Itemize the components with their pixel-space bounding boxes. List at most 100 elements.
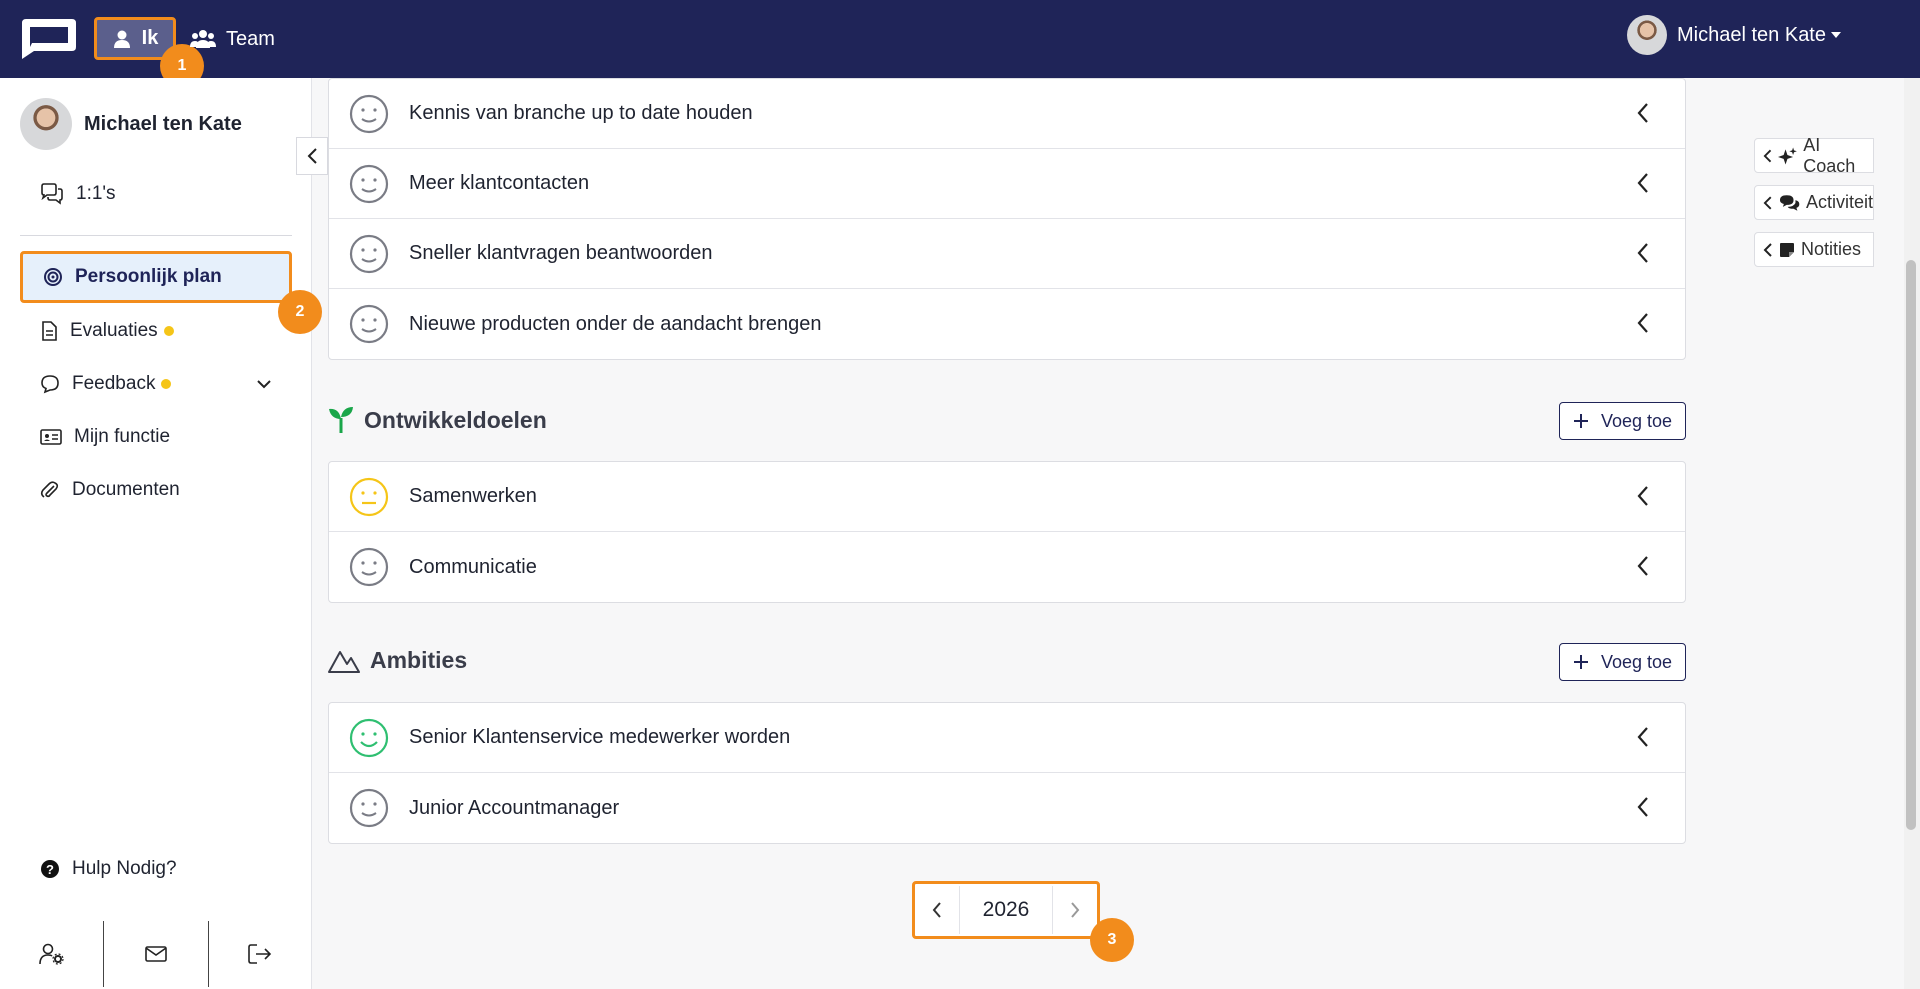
meh-face-icon bbox=[349, 477, 389, 516]
sidebar-item-feedback[interactable]: Feedback bbox=[20, 360, 292, 408]
logout-button[interactable] bbox=[209, 921, 312, 987]
next-year-button[interactable] bbox=[1053, 885, 1097, 935]
avatar bbox=[20, 98, 72, 150]
ambitions-section-title: Ambities bbox=[328, 647, 467, 674]
list-item[interactable]: Samenwerken bbox=[329, 462, 1685, 532]
goal-label: Meer klantcontacten bbox=[409, 172, 590, 194]
id-card-icon bbox=[40, 429, 62, 445]
happy-face-icon bbox=[349, 718, 389, 757]
goal-label: Nieuwe producten onder de aandacht breng… bbox=[409, 312, 822, 335]
sidebar-item-label: Documenten bbox=[72, 479, 180, 500]
chevron-left-icon[interactable] bbox=[1637, 796, 1649, 818]
chevron-left-icon[interactable] bbox=[1637, 172, 1649, 194]
section-title-label: Ontwikkeldoelen bbox=[364, 406, 547, 433]
list-item[interactable]: Nieuwe producten onder de aandacht breng… bbox=[329, 289, 1685, 359]
chevron-down-icon[interactable] bbox=[256, 379, 272, 389]
activiteit-tab[interactable]: Activiteit bbox=[1754, 185, 1874, 220]
add-button-label: Voeg toe bbox=[1600, 651, 1673, 672]
list-item[interactable]: Junior Accountmanager bbox=[329, 773, 1685, 843]
sidebar-item-evaluaties[interactable]: Evaluaties bbox=[20, 307, 292, 355]
list-item[interactable]: Sneller klantvragen beantwoorden bbox=[329, 219, 1685, 289]
goal-label: Senior Klantenservice medewerker worden bbox=[409, 726, 791, 748]
question-circle-icon: ? bbox=[41, 860, 59, 878]
logout-icon bbox=[248, 944, 272, 964]
notification-dot bbox=[161, 379, 172, 389]
chevron-left-icon[interactable] bbox=[1637, 242, 1649, 264]
plus-icon bbox=[1573, 414, 1588, 428]
mail-button[interactable] bbox=[104, 921, 209, 987]
sidebar: Michael ten Kate 1:1's Persoonlijk plan … bbox=[0, 78, 322, 989]
neutral-face-icon bbox=[349, 788, 389, 828]
sidebar-item-mijn-functie[interactable]: Mijn functie bbox=[20, 413, 292, 461]
envelope-icon bbox=[145, 946, 167, 962]
speech-bubble-icon bbox=[41, 375, 59, 394]
neutral-face-icon bbox=[349, 164, 389, 203]
sidebar-item-label: Persoonlijk plan bbox=[75, 266, 222, 287]
chevron-left-icon[interactable] bbox=[1637, 555, 1649, 577]
right-tab-label: Activiteit bbox=[1805, 192, 1873, 212]
chevron-left-icon bbox=[932, 902, 941, 918]
list-item[interactable]: Senior Klantenservice medewerker worden bbox=[329, 703, 1685, 773]
user-menu-name: Michael ten Kate bbox=[1677, 23, 1826, 46]
nav-team-button[interactable]: Team bbox=[190, 19, 275, 59]
app-logo[interactable] bbox=[18, 17, 78, 61]
add-button-label: Voeg toe bbox=[1600, 410, 1673, 431]
chevron-right-icon bbox=[1071, 902, 1080, 918]
sidebar-divider bbox=[20, 235, 292, 236]
chevron-left-icon[interactable] bbox=[1637, 312, 1649, 334]
step-badge-3: 3 bbox=[1090, 918, 1134, 962]
help-link[interactable]: ? Hulp Nodig? bbox=[20, 845, 292, 893]
scrollbar-thumb[interactable] bbox=[1906, 260, 1916, 830]
notities-tab[interactable]: Notities bbox=[1754, 232, 1874, 267]
sidebar-item-one-on-ones[interactable]: 1:1's bbox=[20, 170, 292, 218]
sidebar-item-label: Evaluaties bbox=[70, 320, 158, 341]
goal-label: Samenwerken bbox=[409, 485, 537, 507]
chevron-left-icon bbox=[307, 148, 317, 164]
comments-icon bbox=[1779, 194, 1800, 211]
ambitions-card: Senior Klantenservice medewerker worden … bbox=[328, 702, 1686, 844]
user-menu[interactable]: Michael ten Kate bbox=[1627, 15, 1842, 55]
neutral-face-icon bbox=[349, 547, 389, 587]
svg-text:?: ? bbox=[46, 862, 54, 877]
goal-label: Junior Accountmanager bbox=[409, 796, 620, 819]
nav-ik-label: Ik bbox=[141, 27, 159, 49]
chevron-left-icon[interactable] bbox=[1637, 726, 1649, 748]
help-label: Hulp Nodig? bbox=[72, 858, 177, 879]
ai-coach-tab[interactable]: AI Coach bbox=[1754, 135, 1874, 176]
caret-down-icon bbox=[1831, 32, 1841, 38]
chevron-left-icon[interactable] bbox=[1637, 102, 1649, 124]
target-icon bbox=[44, 268, 62, 286]
previous-year-button[interactable] bbox=[915, 885, 959, 935]
mountain-icon bbox=[328, 650, 360, 673]
list-item[interactable]: Kennis van branche up to date houden bbox=[329, 79, 1685, 149]
add-development-goal-button[interactable]: Voeg toe bbox=[1559, 402, 1686, 440]
nav-team-label: Team bbox=[226, 27, 275, 50]
document-icon bbox=[42, 321, 57, 341]
sidebar-user-name: Michael ten Kate bbox=[84, 112, 242, 135]
sidebar-item-persoonlijk-plan[interactable]: Persoonlijk plan bbox=[20, 251, 292, 303]
sidebar-footer bbox=[0, 921, 312, 987]
chevron-left-icon[interactable] bbox=[1637, 485, 1649, 507]
notification-dot bbox=[163, 326, 174, 336]
chevron-left-icon bbox=[1763, 196, 1772, 209]
user-settings-button[interactable] bbox=[0, 921, 105, 987]
add-ambition-button[interactable]: Voeg toe bbox=[1559, 643, 1686, 681]
goal-label: Kennis van branche up to date houden bbox=[409, 102, 753, 124]
avatar bbox=[1627, 15, 1668, 55]
list-item[interactable]: Communicatie bbox=[329, 532, 1685, 602]
sidebar-item-documenten[interactable]: Documenten bbox=[20, 466, 292, 514]
development-section-title: Ontwikkeldoelen bbox=[328, 406, 547, 434]
plus-icon bbox=[1573, 655, 1588, 669]
goal-label: Sneller klantvragen beantwoorden bbox=[409, 242, 713, 264]
paperclip-icon bbox=[40, 481, 59, 498]
chat-bubbles-icon bbox=[41, 183, 63, 205]
user-gear-icon bbox=[38, 943, 64, 965]
section-title-label: Ambities bbox=[370, 647, 468, 673]
sidebar-item-label: Feedback bbox=[72, 373, 156, 394]
neutral-face-icon bbox=[349, 304, 389, 344]
list-item[interactable]: Meer klantcontacten bbox=[329, 149, 1685, 219]
sidebar-collapse-button[interactable] bbox=[296, 137, 328, 175]
sidebar-item-label: 1:1's bbox=[76, 183, 116, 204]
goal-label: Communicatie bbox=[409, 555, 537, 578]
chevron-left-icon bbox=[1763, 149, 1772, 162]
